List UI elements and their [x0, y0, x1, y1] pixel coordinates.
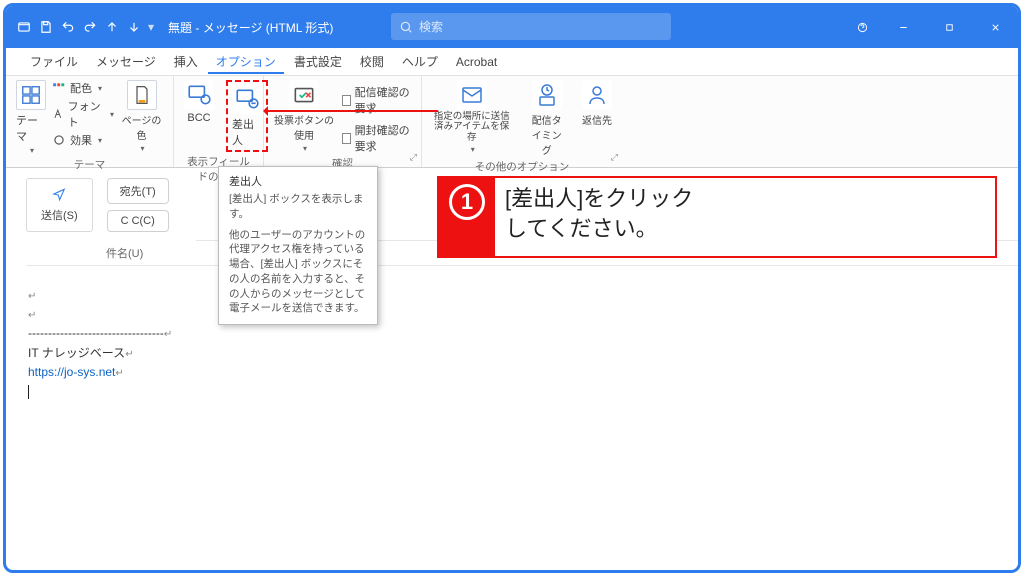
from-button-highlight: 差出人 [226, 80, 268, 152]
return-mark: ↵ [28, 310, 36, 321]
group-label-other: その他のオプション [432, 157, 612, 174]
annotation-arrow [264, 110, 438, 112]
page-color-button[interactable]: ページの色▾ [120, 80, 163, 153]
tab-options[interactable]: オプション [208, 49, 284, 74]
window-title: 無題 - メッセージ (HTML 形式) [168, 19, 333, 36]
colors-button[interactable]: 配色▾ [52, 80, 114, 96]
cc-button[interactable]: C C(C) [107, 210, 169, 232]
tab-acrobat[interactable]: Acrobat [448, 51, 505, 73]
group-label-theme: テーマ [16, 155, 163, 172]
signature-name: IT ナレッジベース [28, 346, 125, 360]
tab-file[interactable]: ファイル [22, 49, 86, 74]
return-mark: ↵ [28, 291, 36, 302]
save-sent-button[interactable]: 指定の場所に送信済みアイテムを保存▾ [432, 80, 511, 157]
themes-button[interactable]: テーマ▾ [16, 80, 46, 155]
save-icon[interactable] [38, 19, 54, 35]
close-button[interactable] [972, 6, 1018, 48]
ribbon-group-showfields: BCC 差出人 表示フィールドの選択 [174, 76, 264, 167]
search-input[interactable]: 検索 [391, 13, 671, 40]
signature-link[interactable]: https://jo-sys.net [28, 365, 115, 379]
reply-to-button[interactable]: 返信先 [582, 80, 612, 157]
minimize-button[interactable] [880, 6, 926, 48]
tab-review[interactable]: 校閲 [352, 49, 392, 74]
bcc-button[interactable]: BCC [184, 80, 214, 152]
annotation-number: 1 [449, 184, 485, 220]
ribbon: テーマ▾ 配色▾ フォント▾ 効果▾ ページの色▾ テーマ BCC [6, 76, 1018, 168]
delay-delivery-button[interactable]: 配信タイミング [529, 80, 564, 157]
undo-icon[interactable] [60, 19, 76, 35]
tab-help[interactable]: ヘルプ [394, 49, 446, 74]
fonts-button[interactable]: フォント▾ [52, 98, 114, 130]
search-icon [399, 20, 413, 34]
annotation-callout: 1 [差出人]をクリック してください。 [437, 176, 997, 258]
search-placeholder: 検索 [419, 18, 443, 35]
annotation-number-box: 1 [439, 178, 495, 256]
tooltip-title: 差出人 [229, 175, 367, 190]
voting-button[interactable]: 投票ボタンの使用▾ [274, 80, 334, 154]
tab-message[interactable]: メッセージ [88, 49, 164, 74]
effects-button[interactable]: 効果▾ [52, 132, 114, 148]
ribbon-group-theme: テーマ▾ 配色▾ フォント▾ 効果▾ ページの色▾ テーマ [6, 76, 174, 167]
up-arrow-icon[interactable] [104, 19, 120, 35]
tab-format[interactable]: 書式設定 [286, 49, 350, 74]
tooltip-from: 差出人 [差出人] ボックスを表示します。 他のユーザーのアカウントの代理アクセ… [218, 166, 378, 325]
send-icon [50, 187, 68, 201]
to-button[interactable]: 宛先(T) [107, 178, 169, 204]
tooltip-line: [差出人] ボックスを表示します。 [229, 192, 367, 221]
ribbon-group-other: 指定の場所に送信済みアイテムを保存▾ 配信タイミング 返信先 その他のオプション… [422, 76, 622, 167]
app-icon [16, 19, 32, 35]
help-icon[interactable] [844, 6, 880, 48]
text-cursor [28, 385, 29, 399]
down-arrow-icon[interactable] [126, 19, 142, 35]
dialog-launcher-icon[interactable]: ⤢ [410, 152, 417, 163]
ribbon-group-confirm: 投票ボタンの使用▾ 配信確認の要求 開封確認の要求 確認 ⤢ [264, 76, 422, 167]
send-button[interactable]: 送信(S) [26, 178, 93, 232]
redo-icon[interactable] [82, 19, 98, 35]
read-receipt-checkbox[interactable]: 開封確認の要求 [342, 122, 411, 154]
signature-divider: ---------------------------------- [28, 326, 164, 340]
annotation-text: [差出人]をクリック してください。 [495, 178, 995, 256]
tooltip-line: 他のユーザーのアカウントの代理アクセス権を持っている場合、[差出人] ボックスに… [229, 228, 367, 316]
menu-bar: ファイル メッセージ 挿入 オプション 書式設定 校閲 ヘルプ Acrobat [6, 48, 1018, 76]
title-bar: ▾ 無題 - メッセージ (HTML 形式) 検索 [6, 6, 1018, 48]
message-body[interactable]: ↵ ↵ ----------------------------------↵ … [6, 270, 1018, 417]
from-button[interactable]: 差出人 [232, 84, 262, 148]
dialog-launcher-icon[interactable]: ⤢ [611, 152, 618, 163]
maximize-button[interactable] [926, 6, 972, 48]
tab-insert[interactable]: 挿入 [166, 49, 206, 74]
